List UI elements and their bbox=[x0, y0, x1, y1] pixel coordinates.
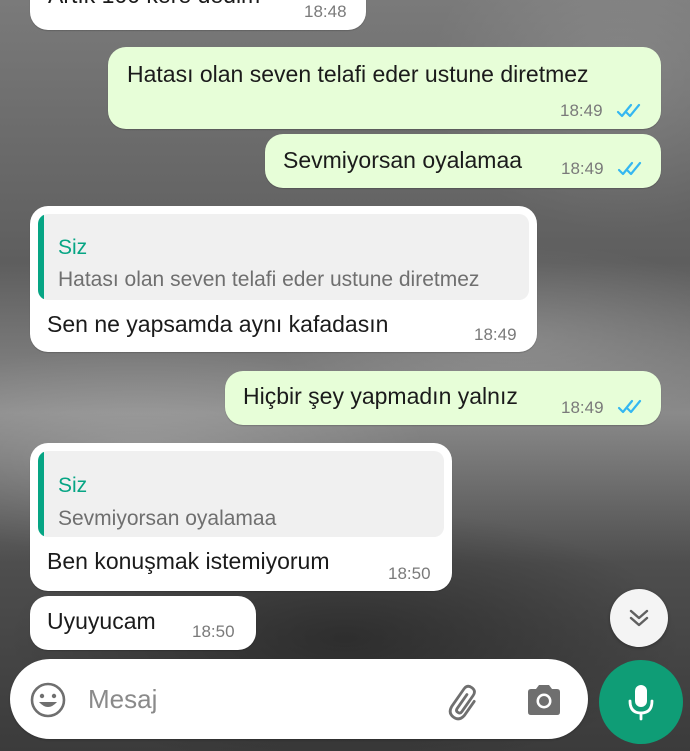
attach-icon[interactable] bbox=[444, 681, 486, 721]
quote-accent-bar bbox=[38, 214, 44, 300]
message-time: 18:49 bbox=[474, 325, 517, 344]
message-time: 18:49 bbox=[560, 101, 603, 120]
mic-icon bbox=[628, 685, 654, 721]
message-bubble-incoming[interactable]: Siz Sevmiyorsan oyalamaa Ben konuşmak is… bbox=[30, 443, 452, 591]
scroll-to-bottom-button[interactable] bbox=[610, 589, 668, 647]
message-composer[interactable]: Mesaj bbox=[10, 659, 588, 739]
message-time: 18:49 bbox=[561, 159, 604, 178]
quote-author: Siz bbox=[58, 236, 88, 259]
voice-record-button[interactable] bbox=[599, 660, 683, 744]
message-bubble-incoming[interactable]: Siz Hatası olan seven telafi eder ustune… bbox=[30, 206, 537, 352]
quoted-message[interactable]: Siz Sevmiyorsan oyalamaa bbox=[38, 451, 444, 537]
message-time: 18:50 bbox=[388, 564, 431, 583]
message-bubble-incoming[interactable]: Artık 100 kere dedim 18:48 bbox=[30, 0, 366, 30]
quote-text: Hatası olan seven telafi eder ustune dir… bbox=[58, 268, 480, 291]
double-chevron-down-icon bbox=[629, 609, 649, 627]
message-text: Uyuyucam bbox=[47, 608, 156, 634]
quote-text: Sevmiyorsan oyalamaa bbox=[58, 507, 277, 530]
message-text: Hiçbir şey yapmadın yalnız bbox=[243, 383, 518, 409]
read-ticks-icon bbox=[616, 103, 641, 118]
message-input[interactable]: Mesaj bbox=[88, 684, 157, 715]
message-text: Artık 100 kere dedim bbox=[48, 0, 260, 9]
message-text: Sen ne yapsamda aynı kafadasın bbox=[47, 311, 389, 337]
message-bubble-incoming[interactable]: Uyuyucam 18:50 bbox=[30, 596, 256, 650]
message-time: 18:50 bbox=[192, 622, 235, 641]
message-time: 18:48 bbox=[304, 2, 347, 21]
message-bubble-outgoing[interactable]: Sevmiyorsan oyalamaa 18:49 bbox=[265, 134, 661, 188]
message-bubble-outgoing[interactable]: Hatası olan seven telafi eder ustune dir… bbox=[108, 47, 661, 129]
emoji-icon[interactable] bbox=[28, 680, 68, 720]
read-ticks-icon bbox=[617, 161, 642, 176]
quote-author: Siz bbox=[58, 474, 88, 497]
quoted-message[interactable]: Siz Hatası olan seven telafi eder ustune… bbox=[38, 214, 529, 300]
message-text: Ben konuşmak istemiyorum bbox=[47, 548, 330, 574]
message-text: Hatası olan seven telafi eder ustune dir… bbox=[127, 61, 589, 87]
message-time: 18:49 bbox=[561, 398, 604, 417]
quote-accent-bar bbox=[38, 451, 44, 537]
message-bubble-outgoing[interactable]: Hiçbir şey yapmadın yalnız 18:49 bbox=[225, 371, 661, 425]
message-text: Sevmiyorsan oyalamaa bbox=[283, 147, 523, 173]
read-ticks-icon bbox=[617, 399, 642, 414]
camera-icon[interactable] bbox=[524, 683, 564, 717]
